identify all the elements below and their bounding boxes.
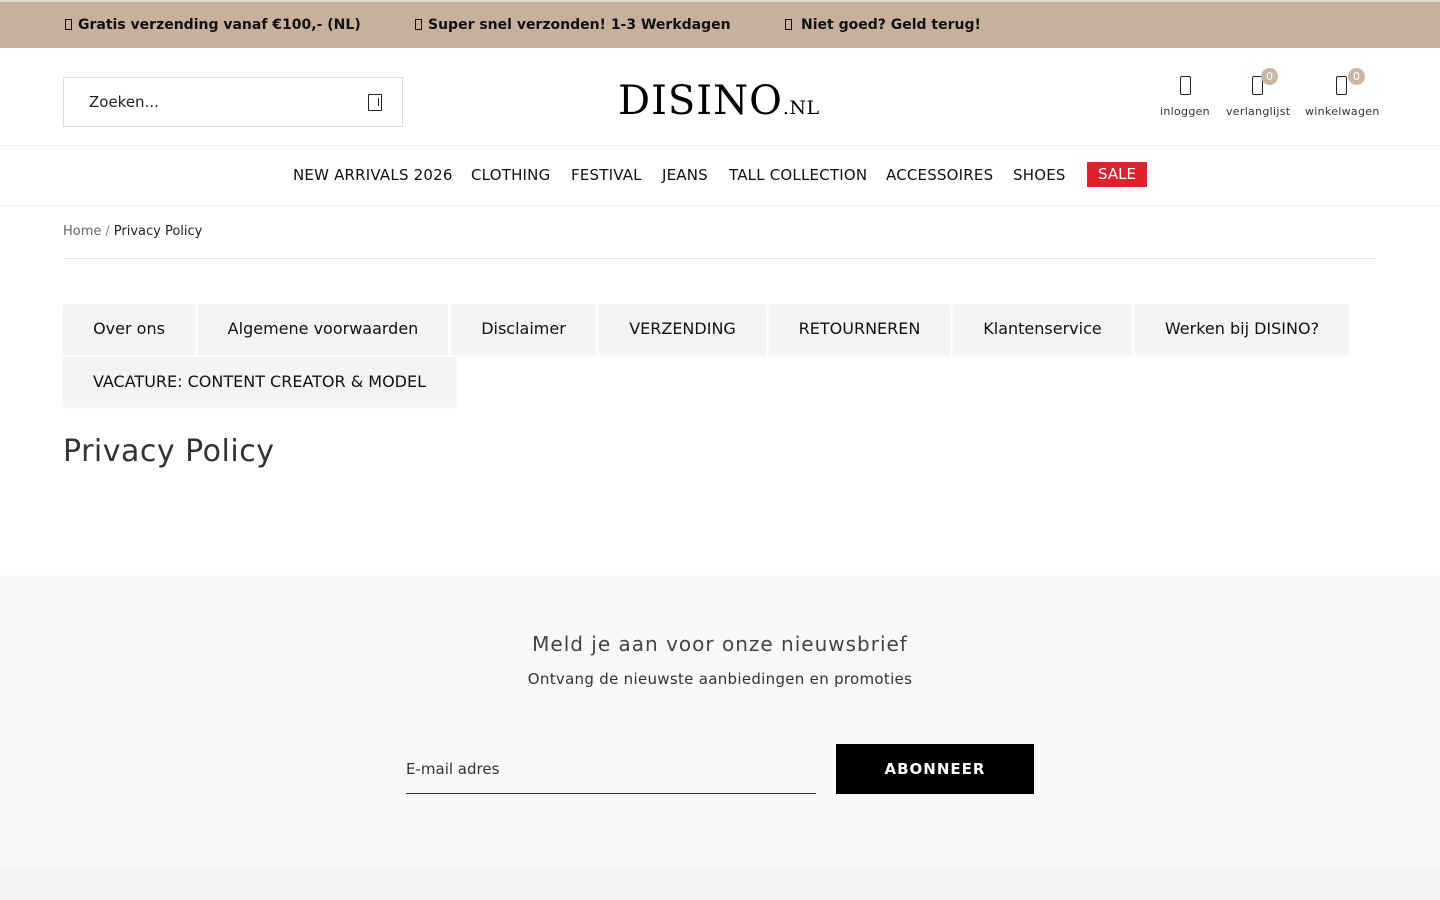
page-link-disclaimer[interactable]: Disclaimer (451, 304, 596, 354)
nav-jeans[interactable]: JEANS (662, 166, 708, 184)
breadcrumb-separator: / (105, 224, 110, 239)
wishlist-count-badge: 0 (1261, 68, 1278, 85)
newsletter-section: Meld je aan voor onze nieuwsbrief Ontvan… (0, 575, 1440, 868)
cart-count-badge: 0 (1348, 68, 1365, 85)
announcement-fast-delivery: Super snel verzonden! 1-3 Werkdagen (415, 17, 731, 33)
breadcrumb-home[interactable]: Home (63, 224, 101, 239)
page-link-verzending[interactable]: VERZENDING (599, 304, 766, 354)
box-icon (415, 19, 422, 30)
page-link-retourneren[interactable]: RETOURNEREN (769, 304, 950, 354)
page-link-algemene-voorwaarden[interactable]: Algemene voorwaarden (198, 304, 448, 354)
cart-icon (1335, 76, 1347, 95)
nav-tall-collection[interactable]: TALL COLLECTION (729, 166, 867, 184)
login-button[interactable]: inloggen (1160, 76, 1210, 118)
nav-clothing[interactable]: CLOTHING (471, 166, 550, 184)
search-icon[interactable] (368, 94, 382, 111)
wishlist-label: verlanglijst (1226, 105, 1291, 118)
breadcrumb: Home / Privacy Policy (63, 224, 202, 239)
newsletter-title: Meld je aan voor onze nieuwsbrief (532, 632, 908, 656)
site-logo[interactable]: DISINO.NL (618, 78, 820, 124)
search-box (63, 77, 403, 127)
login-label: inloggen (1160, 105, 1210, 118)
user-icon (1179, 76, 1191, 95)
announcement-bar: Gratis verzending vanaf €100,- (NL) Supe… (0, 0, 1440, 48)
nav-new-arrivals[interactable]: NEW ARRIVALS 2026 (293, 166, 453, 184)
cart-button[interactable]: 0 winkelwagen (1305, 68, 1380, 118)
wishlist-button[interactable]: 0 verlanglijst (1226, 68, 1291, 118)
search-input[interactable] (89, 93, 339, 111)
subscribe-button[interactable]: ABONNEER (836, 744, 1034, 794)
page-link-klantenservice[interactable]: Klantenservice (953, 304, 1132, 354)
nav-sale[interactable]: SALE (1087, 162, 1147, 187)
truck-icon (65, 19, 72, 30)
announcement-money-back: Niet goed? Geld terug! (785, 17, 981, 33)
main-nav: NEW ARRIVALS 2026 CLOTHING FESTIVAL JEAN… (0, 146, 1440, 206)
page-link-over-ons[interactable]: Over ons (63, 304, 195, 354)
nav-accessoires[interactable]: ACCESSOIRES (886, 166, 993, 184)
page-link-vacature[interactable]: VACATURE: CONTENT CREATOR & MODEL (63, 357, 456, 407)
page-title: Privacy Policy (63, 434, 275, 469)
nav-festival[interactable]: FESTIVAL (571, 166, 642, 184)
site-header: DISINO.NL inloggen 0 verlanglijst 0 wink… (0, 48, 1440, 146)
page-link-werken-bij[interactable]: Werken bij DISINO? (1135, 304, 1349, 354)
cart-label: winkelwagen (1305, 105, 1380, 118)
nav-shoes[interactable]: SHOES (1013, 166, 1066, 184)
newsletter-subtitle: Ontvang de nieuwste aanbiedingen en prom… (527, 670, 913, 688)
announcement-free-shipping: Gratis verzending vanaf €100,- (NL) (65, 17, 361, 33)
newsletter-email-input[interactable] (406, 744, 816, 794)
breadcrumb-divider (63, 258, 1377, 259)
breadcrumb-current: Privacy Policy (113, 224, 203, 239)
footer-start (0, 868, 1440, 900)
return-icon (785, 19, 792, 30)
